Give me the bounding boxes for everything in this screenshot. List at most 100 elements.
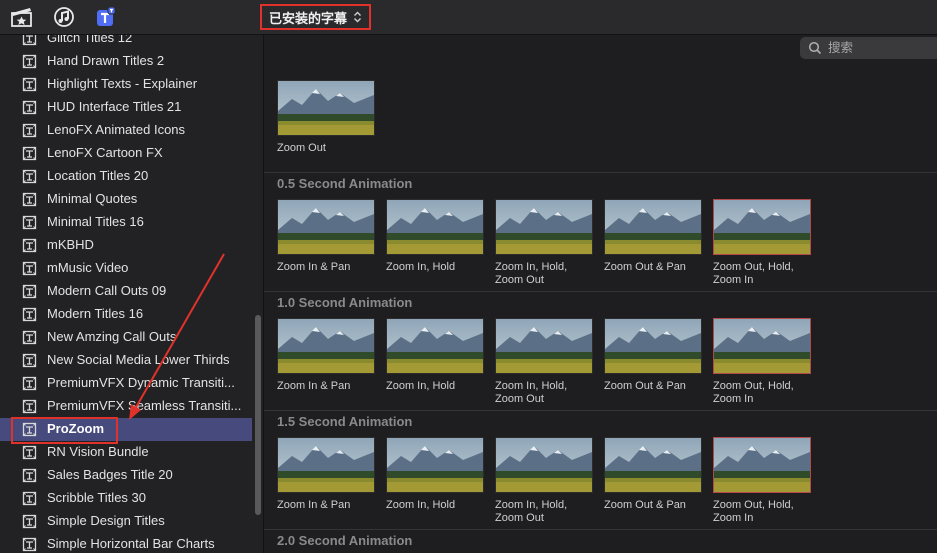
sidebar-item[interactable]: New Social Media Lower Thirds <box>0 349 252 372</box>
sidebar-item[interactable]: Simple Design Titles <box>0 510 252 533</box>
title-tile[interactable]: Zoom In & Pan <box>277 437 375 512</box>
title-tile[interactable]: Zoom In, Hold, Zoom Out <box>495 437 593 525</box>
sidebar-item[interactable]: LenoFX Animated Icons <box>0 119 252 142</box>
tile-caption: Zoom Out, Hold, Zoom In <box>713 499 794 524</box>
title-tile[interactable]: Zoom In, Hold <box>386 437 484 512</box>
sidebar-item[interactable]: Hand Drawn Titles 2 <box>0 50 252 73</box>
title-template-icon <box>22 261 37 276</box>
title-template-icon <box>22 146 37 161</box>
sidebar-item-label: Modern Call Outs 09 <box>47 283 167 298</box>
title-template-icon <box>22 353 37 368</box>
browser-panel: Zoom Out 0.5 Second Animation Zoom In & Pa… <box>264 35 937 553</box>
sidebar-item-label: Sales Badges Title 20 <box>47 467 173 482</box>
search-icon <box>808 41 822 55</box>
title-template-icon <box>22 123 37 138</box>
title-tile[interactable]: Zoom In & Pan <box>277 318 375 393</box>
tile-caption: Zoom Out & Pan <box>604 499 686 511</box>
sidebar-list: Glitch Titles 12 Hand Drawn Titles 2 Highl… <box>0 35 252 553</box>
sidebar-item-label: Modern Titles 16 <box>47 306 144 321</box>
tile-caption: Zoom Out & Pan <box>604 380 686 392</box>
sidebar-item-label: Simple Design Titles <box>47 513 165 528</box>
sidebar-item-label: New Social Media Lower Thirds <box>47 352 230 367</box>
sidebar-item[interactable]: HUD Interface Titles 21 <box>0 96 252 119</box>
sidebar-item[interactable]: Sales Badges Title 20 <box>0 464 252 487</box>
search-input[interactable] <box>826 40 930 56</box>
sidebar-item-label: HUD Interface Titles 21 <box>47 99 182 114</box>
sidebar-item-label: Glitch Titles 12 <box>47 35 133 45</box>
title-tile[interactable]: Zoom Out & Pan <box>604 437 702 512</box>
title-template-icon <box>22 307 37 322</box>
preview-thumbnail <box>277 318 375 374</box>
preview-thumbnail <box>277 437 375 493</box>
sidebar-item-label: mKBHD <box>47 237 94 252</box>
sidebar-item[interactable]: mMusic Video <box>0 257 252 280</box>
title-tile[interactable]: Zoom Out <box>277 80 375 155</box>
title-tile[interactable]: Zoom In, Hold <box>386 318 484 393</box>
sidebar-item[interactable]: Modern Titles 16 <box>0 303 252 326</box>
sidebar-item[interactable]: Location Titles 20 <box>0 165 252 188</box>
sidebar-item-label: ProZoom <box>47 421 105 436</box>
title-template-icon <box>22 422 37 437</box>
sidebar-item[interactable]: RN Vision Bundle <box>0 441 252 464</box>
tile-caption: Zoom In, Hold, Zoom Out <box>495 499 568 524</box>
sidebar-item[interactable]: Highlight Texts - Explainer <box>0 73 252 96</box>
sidebar-item[interactable]: Minimal Titles 16 <box>0 211 252 234</box>
chevron-up-down-icon <box>354 11 361 23</box>
title-template-icon <box>22 330 37 345</box>
sidebar-item[interactable]: Glitch Titles 12 <box>0 35 252 50</box>
title-template-icon <box>22 77 37 92</box>
sidebar-item-label: RN Vision Bundle <box>47 444 149 459</box>
title-tile[interactable]: Zoom In, Hold, Zoom Out <box>495 199 593 287</box>
installed-titles-dropdown[interactable]: 已安装的字幕 <box>260 4 371 30</box>
preview-thumbnail <box>386 199 484 255</box>
tile-caption: Zoom In & Pan <box>277 261 351 273</box>
sidebar-item[interactable]: LenoFX Cartoon FX <box>0 142 252 165</box>
title-tile[interactable]: Zoom Out, Hold, Zoom In <box>713 318 811 406</box>
tile-caption: Zoom In, Hold, Zoom Out <box>495 380 568 405</box>
sidebar-item-label: PremiumVFX Seamless Transiti... <box>47 398 242 413</box>
sidebar-item[interactable]: PremiumVFX Seamless Transiti... <box>0 395 252 418</box>
title-template-icon <box>22 284 37 299</box>
sidebar-item[interactable]: mKBHD <box>0 234 252 257</box>
preview-thumbnail <box>277 80 375 136</box>
sidebar-item-label: Minimal Quotes <box>47 191 138 206</box>
preview-thumbnail <box>604 199 702 255</box>
tile-caption: Zoom Out & Pan <box>604 261 686 273</box>
preview-thumbnail <box>495 437 593 493</box>
sidebar-item-label: mMusic Video <box>47 260 129 275</box>
sidebar-item-label: Highlight Texts - Explainer <box>47 76 198 91</box>
tile-caption: Zoom In, Hold <box>386 499 456 511</box>
title-tile[interactable]: Zoom In, Hold <box>386 199 484 274</box>
title-template-icon <box>22 169 37 184</box>
title-tile[interactable]: Zoom Out, Hold, Zoom In <box>713 199 811 287</box>
preview-thumbnail <box>386 437 484 493</box>
title-tile[interactable]: Zoom In & Pan <box>277 199 375 274</box>
tile-caption: Zoom In, Hold, Zoom Out <box>495 261 568 286</box>
title-tile[interactable]: Zoom Out, Hold, Zoom In <box>713 437 811 525</box>
sidebar-item-label: New Amzing Call Outs <box>47 329 177 344</box>
sidebar-item[interactable]: Scribble Titles 30 <box>0 487 252 510</box>
title-tile[interactable]: Zoom In, Hold, Zoom Out <box>495 318 593 406</box>
music-note-icon[interactable] <box>52 5 76 29</box>
sidebar-item-label: LenoFX Cartoon FX <box>47 145 163 160</box>
sidebar-item[interactable]: ProZoom <box>0 418 252 441</box>
preview-thumbnail <box>386 318 484 374</box>
title-template-icon <box>22 192 37 207</box>
title-tile[interactable]: Zoom Out & Pan <box>604 318 702 393</box>
title-template-icon <box>22 238 37 253</box>
preview-thumbnail <box>713 437 811 493</box>
sidebar-item[interactable]: Simple Horizontal Bar Charts <box>0 533 252 553</box>
sidebar-item[interactable]: Modern Call Outs 09 <box>0 280 252 303</box>
title-template-icon <box>22 54 37 69</box>
sidebar-item[interactable]: Minimal Quotes <box>0 188 252 211</box>
title-template-icon <box>22 445 37 460</box>
sidebar-item[interactable]: PremiumVFX Dynamic Transiti... <box>0 372 252 395</box>
tile-caption: Zoom In, Hold <box>386 261 456 273</box>
search-field[interactable] <box>800 37 937 59</box>
clapper-star-icon[interactable] <box>10 5 34 29</box>
sidebar-scrollbar[interactable] <box>255 315 261 515</box>
titles-icon[interactable] <box>94 5 118 29</box>
section-title: 1.5 Second Animation <box>277 414 413 429</box>
sidebar-item[interactable]: New Amzing Call Outs <box>0 326 252 349</box>
title-tile[interactable]: Zoom Out & Pan <box>604 199 702 274</box>
